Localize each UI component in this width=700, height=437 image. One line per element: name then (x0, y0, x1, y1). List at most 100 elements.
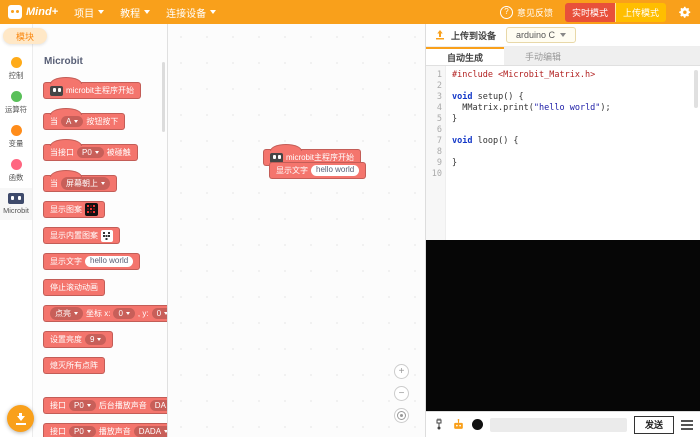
block-text: , y: (138, 309, 149, 318)
block-text: 显示内置图案 (50, 230, 98, 241)
chevron-down-icon (98, 10, 104, 14)
led-matrix-icon[interactable] (85, 203, 98, 216)
palette-block[interactable]: 设置亮度9 (43, 331, 113, 348)
chevron-down-icon (101, 182, 105, 185)
palette-block[interactable]: 点亮坐标 x:0, y:0 (43, 305, 168, 322)
palette-block[interactable]: 停止滚动动画 (43, 279, 105, 296)
block-dropdown[interactable]: P0 (69, 400, 96, 411)
line-number: 3 (426, 92, 442, 103)
block-dropdown[interactable]: A (61, 116, 83, 127)
mindplus-logo[interactable]: Mind+ (8, 5, 58, 19)
tab-auto-generate[interactable]: 自动生成 (426, 47, 504, 65)
sidebar-item-运算符[interactable]: 运算符 (0, 86, 32, 120)
device-type-dropdown[interactable]: arduino C (506, 27, 576, 43)
sidebar-item-控制[interactable]: 控制 (0, 52, 32, 86)
block-text: 当 (50, 178, 58, 189)
sidebar-item-函数[interactable]: 函数 (0, 154, 32, 188)
code-line: } (452, 114, 611, 125)
settings-gear-icon[interactable] (678, 5, 692, 19)
canvas-block[interactable]: 显示文字hello world (269, 162, 366, 179)
menu-connect-device[interactable]: 连接设备 (166, 5, 216, 20)
microbit-face-icon (270, 153, 283, 163)
tab-blocks[interactable]: 模块 (3, 28, 47, 44)
download-icon (15, 413, 27, 425)
send-button[interactable]: 发送 (634, 416, 674, 434)
menu-tutorial[interactable]: 教程 (120, 5, 150, 20)
block-dropdown[interactable]: 点亮 (50, 307, 83, 320)
palette-block[interactable]: 熄灭所有点阵 (43, 357, 105, 374)
block-text: 显示图案 (50, 204, 82, 215)
palette-scrollbar[interactable] (162, 62, 165, 132)
tab-manual-edit[interactable]: 手动编辑 (504, 47, 582, 65)
category-label: 运算符 (5, 104, 27, 114)
block-text-input[interactable]: hello world (311, 165, 359, 176)
mode-switch: 实时模式 上传模式 (565, 3, 666, 22)
serial-toolbar: 发送 (426, 411, 700, 437)
block-dropdown[interactable]: P0 (69, 426, 96, 437)
serial-input[interactable] (490, 418, 627, 432)
block-text: 接口 (50, 400, 66, 411)
code-editor[interactable]: 12345678910 #include <Microbit_Matrix.h>… (426, 66, 700, 240)
block-dropdown[interactable]: DADA (134, 426, 168, 437)
chevron-down-icon (74, 312, 78, 315)
palette-block[interactable]: 接口P0播放声音DADA (43, 423, 168, 437)
palette-block[interactable]: 显示文字hello world (43, 253, 140, 270)
download-float-button[interactable] (7, 405, 34, 432)
palette-block[interactable]: 显示内置图案 (43, 227, 120, 244)
block-dropdown[interactable]: 9 (85, 334, 106, 345)
block-dropdown-value: 0 (157, 309, 161, 318)
serial-menu-icon[interactable] (681, 420, 693, 430)
line-number: 5 (426, 114, 442, 125)
palette-category-header: Microbit (44, 56, 167, 67)
block-text-input[interactable]: hello world (85, 256, 133, 267)
realtime-mode-button[interactable]: 实时模式 (565, 3, 615, 22)
usb-plug-icon[interactable] (433, 418, 445, 431)
builtin-image-icon[interactable] (101, 230, 113, 242)
block-dropdown[interactable]: P0 (77, 147, 104, 158)
sidebar-item-变量[interactable]: 变量 (0, 120, 32, 154)
code-line: } (452, 158, 611, 169)
block-text: microbit主程序开始 (66, 85, 134, 96)
chevron-down-icon (560, 33, 566, 37)
topbar-right-cluster: ? 意见反馈 实时模式 上传模式 (500, 3, 692, 22)
zoom-in-button[interactable]: + (394, 364, 409, 379)
code-line: void loop() { (452, 136, 611, 147)
block-text: 当接口 (50, 147, 74, 158)
feedback-button[interactable]: ? 意见反馈 (500, 6, 553, 19)
category-label: 控制 (9, 70, 24, 80)
zoom-out-button[interactable]: − (394, 386, 409, 401)
serial-monitor[interactable] (426, 240, 700, 411)
code-scrollbar[interactable] (694, 70, 698, 108)
block-dropdown-value: 0 (118, 309, 122, 318)
palette-block[interactable]: 当屏幕朝上 (43, 175, 117, 192)
sidebar-item-Microbit[interactable]: Microbit (0, 188, 32, 220)
block-text: 播放声音 (99, 426, 131, 437)
zoom-reset-button[interactable] (394, 408, 409, 423)
top-menu-bar: Mind+ 项目 教程 连接设备 ? 意见反馈 实时模式 上传模式 (0, 0, 700, 24)
code-panel: 上传到设备 arduino C 自动生成 手动编辑 12345678910 #i… (425, 24, 700, 437)
block-dropdown[interactable]: 0 (113, 308, 134, 319)
block-dropdown-value: 屏幕朝上 (66, 178, 98, 189)
robot-icon[interactable] (452, 418, 465, 431)
palette-block[interactable]: 当A按钮按下 (43, 113, 125, 130)
menu-project[interactable]: 项目 (74, 5, 104, 20)
upload-icon (434, 29, 446, 41)
palette-block[interactable]: microbit主程序开始 (43, 82, 141, 99)
block-dropdown-value: A (66, 117, 71, 126)
palette-block[interactable]: 显示图案 (43, 201, 105, 218)
record-toggle-icon[interactable] (472, 419, 483, 430)
upload-mode-button[interactable]: 上传模式 (615, 3, 666, 22)
block-dropdown[interactable]: 屏幕朝上 (61, 177, 110, 190)
block-dropdown-value: 9 (90, 335, 94, 344)
block-dropdown[interactable]: DA (150, 400, 168, 411)
palette-block[interactable]: 当接口P0被碰触 (43, 144, 138, 161)
menu-connect-device-label: 连接设备 (166, 5, 206, 20)
block-dropdown[interactable]: 0 (152, 308, 168, 319)
block-text: 当 (50, 116, 58, 127)
palette-block[interactable]: 接口P0后台播放声音DA (43, 397, 168, 414)
upload-to-device-button[interactable]: 上传到设备 (434, 29, 496, 42)
microbit-face-icon (50, 86, 63, 96)
workspace-canvas[interactable]: + − microbit主程序开始显示文字hello world (168, 24, 425, 437)
line-number: 2 (426, 81, 442, 92)
code-tabs: 自动生成 手动编辑 (426, 47, 700, 66)
